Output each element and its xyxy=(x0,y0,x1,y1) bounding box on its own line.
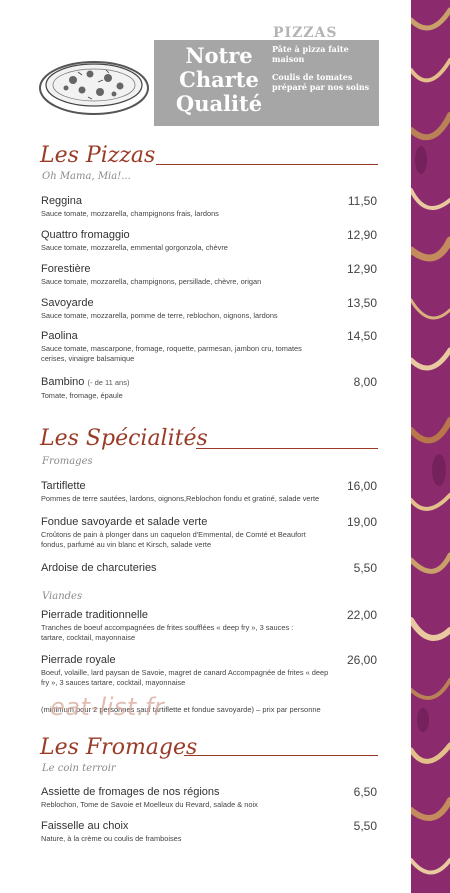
item-description: Tomate, fromage, épaule xyxy=(41,391,123,400)
item-name: Forestière xyxy=(41,263,91,275)
section-subtitle-fromages: Fromages xyxy=(42,456,93,467)
menu-item: Reggina 11,50 Sauce tomate, mozzarella, … xyxy=(41,194,377,219)
watermark: eat-list.fr xyxy=(50,693,165,721)
section-subtitle-pizzas: Oh Mama, Mia!... xyxy=(42,171,131,182)
charter-title-line: Notre xyxy=(185,43,253,68)
menu-item: Savoyarde 13,50 Sauce tomate, mozzarella… xyxy=(41,296,377,321)
item-name: Paolina xyxy=(41,330,78,342)
item-description: Nature, à la crème ou coulis de frambois… xyxy=(41,834,182,843)
item-description: Pommes de terre sautées, lardons, oignon… xyxy=(41,494,320,503)
item-price: 14,50 xyxy=(346,329,377,343)
item-name: Pierrade traditionnelle xyxy=(41,609,149,621)
charter-title-line: Qualité xyxy=(175,91,263,116)
menu-item: Bambino (- de 11 ans) 8,00 Tomate, froma… xyxy=(41,375,377,401)
item-description: Sauce tomate, mozzarella, champignons, p… xyxy=(41,277,262,286)
item-price: 13,50 xyxy=(346,296,377,310)
item-price: 12,90 xyxy=(346,228,377,242)
item-price: 26,00 xyxy=(346,653,377,667)
item-price: 19,00 xyxy=(346,515,377,529)
section-rule xyxy=(156,164,378,165)
quality-charter-panel: Notre Charte Qualité Pâte à pizza faite … xyxy=(154,40,379,126)
menu-item: Ardoise de charcuteries 5,50 xyxy=(41,561,377,575)
item-price: 11,50 xyxy=(347,194,377,208)
section-subtitle-viandes: Viandes xyxy=(42,591,83,602)
item-name: Pierrade royale xyxy=(41,654,116,666)
item-price: 8,00 xyxy=(353,375,377,389)
section-rule xyxy=(184,755,378,756)
charter-title: Notre Charte Qualité xyxy=(168,44,270,116)
item-name: Reggina xyxy=(41,195,82,207)
charter-point: Coulis de tomates préparé par nos soins xyxy=(272,72,370,92)
charter-title-line: Charte xyxy=(179,67,259,92)
item-price: 12,90 xyxy=(346,262,377,276)
item-price: 6,50 xyxy=(353,785,377,799)
section-subtitle-terroir: Le coin terroir xyxy=(42,763,116,774)
item-price: 5,50 xyxy=(353,819,377,833)
item-price: 22,00 xyxy=(346,608,377,622)
menu-page: PIZZAS Notre Charte Qualité Pâte à pizza… xyxy=(0,0,450,893)
menu-item: Fondue savoyarde et salade verte 19,00 C… xyxy=(41,515,377,549)
item-name-text: Bambino xyxy=(41,376,85,388)
item-name: Assiette de fromages de nos régions xyxy=(41,786,220,798)
item-name: Faisselle au choix xyxy=(41,820,129,832)
item-name: Bambino (- de 11 ans) xyxy=(41,375,377,390)
item-note: (- de 11 ans) xyxy=(87,378,130,387)
menu-item: Paolina 14,50 Sauce tomate, mascarpone, … xyxy=(41,329,377,363)
charter-point: Pâte à pizza faite maison xyxy=(272,44,349,64)
item-price: 5,50 xyxy=(353,561,377,575)
item-description: Sauce tomate, mozzarella, pomme de terre… xyxy=(41,311,278,320)
item-name: Tartiflette xyxy=(41,480,86,492)
item-name: Fondue savoyarde et salade verte xyxy=(41,516,208,528)
charter-points: Pâte à pizza faite maison Coulis de toma… xyxy=(272,44,376,92)
item-description: Sauce tomate, mascarpone, fromage, roque… xyxy=(41,344,302,363)
section-title-pizzas: Les Pizzas xyxy=(40,143,156,168)
item-description: Boeuf, volaille, lard paysan de Savoie, … xyxy=(41,668,329,687)
item-description: Croûtons de pain à plonger dans un caque… xyxy=(41,530,306,549)
pizzas-heading: PIZZAS xyxy=(273,25,338,41)
pizza-drawing-icon xyxy=(38,52,154,120)
item-description: Sauce tomate, mozzarella, champignons fr… xyxy=(41,209,219,218)
menu-item: Forestière 12,90 Sauce tomate, mozzarell… xyxy=(41,262,377,287)
section-rule xyxy=(196,448,378,449)
item-name: Ardoise de charcuteries xyxy=(41,562,157,574)
menu-item: Pierrade royale 26,00 Boeuf, volaille, l… xyxy=(41,653,377,687)
item-name: Quattro fromaggio xyxy=(41,229,130,241)
menu-item: Quattro fromaggio 12,90 Sauce tomate, mo… xyxy=(41,228,377,253)
menu-item: Assiette de fromages de nos régions 6,50… xyxy=(41,785,377,810)
section-title-specialites: Les Spécialités xyxy=(40,426,208,451)
item-price: 16,00 xyxy=(346,479,377,493)
item-name: Savoyarde xyxy=(41,297,94,309)
decorative-side-strip xyxy=(411,0,450,893)
section-title-fromages: Les Fromages xyxy=(40,735,198,760)
item-description: Tranches de boeuf accompagnées de frites… xyxy=(41,623,294,642)
item-description: Reblochon, Tome de Savoie et Moelleux du… xyxy=(41,800,258,809)
item-description: Sauce tomate, mozzarella, emmental gorgo… xyxy=(41,243,228,252)
menu-item: Pierrade traditionnelle 22,00 Tranches d… xyxy=(41,608,377,642)
menu-item: Faisselle au choix 5,50 Nature, à la crè… xyxy=(41,819,377,844)
menu-item: Tartiflette 16,00 Pommes de terre sautée… xyxy=(41,479,377,504)
